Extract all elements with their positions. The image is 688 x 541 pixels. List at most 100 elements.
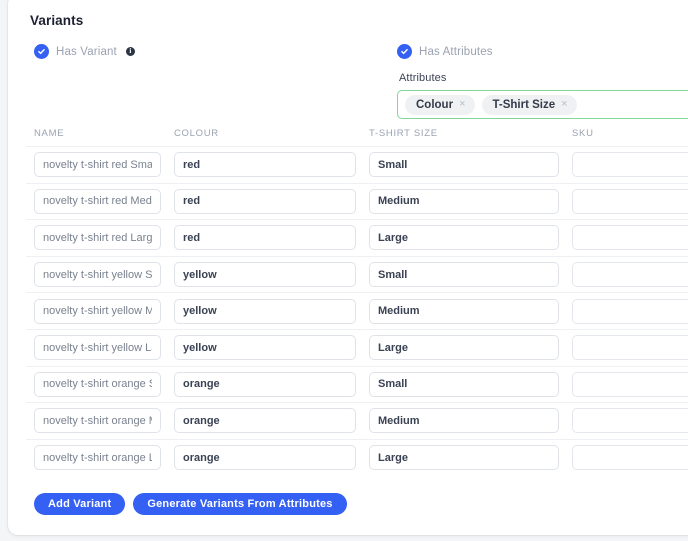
attributes-section: Has Attributes Attributes Colour × T-Shi…: [397, 44, 688, 119]
variant-size-cell: [364, 152, 567, 178]
variant-size-input[interactable]: [369, 188, 559, 214]
variant-name-input[interactable]: [34, 445, 161, 471]
variant-sku-cell: [567, 408, 688, 434]
variant-name-input[interactable]: [34, 408, 161, 434]
variant-sku-input[interactable]: [572, 445, 688, 471]
variant-colour-input[interactable]: [174, 371, 356, 397]
variants-table: NAME COLOUR T-SHIRT SIZE SKU: [26, 128, 688, 475]
variant-name-cell: [26, 445, 169, 471]
checkbox-checked-icon[interactable]: [397, 44, 412, 59]
column-header-sku: SKU: [572, 128, 594, 139]
variant-size-input[interactable]: [369, 371, 559, 397]
has-attributes-label: Has Attributes: [419, 45, 493, 58]
variant-sku-input[interactable]: [572, 298, 688, 324]
variant-name-cell: [26, 408, 169, 434]
remove-chip-icon[interactable]: ×: [561, 99, 567, 110]
variant-name-input[interactable]: [34, 262, 161, 288]
variant-sku-cell: [567, 335, 688, 361]
variant-name-input[interactable]: [34, 335, 161, 361]
variant-colour-input[interactable]: [174, 152, 356, 178]
variant-sku-input[interactable]: [572, 262, 688, 288]
variant-colour-cell: [169, 445, 364, 471]
variant-size-cell: [364, 225, 567, 251]
variant-size-input[interactable]: [369, 152, 559, 178]
table-row: [26, 255, 688, 293]
variant-name-input[interactable]: [34, 188, 161, 214]
attribute-chip-label: Colour: [416, 98, 454, 111]
table-row: [26, 146, 688, 183]
variant-name-input[interactable]: [34, 371, 161, 397]
variant-sku-input[interactable]: [572, 335, 688, 361]
column-header-name: NAME: [34, 128, 65, 139]
variant-colour-input[interactable]: [174, 298, 356, 324]
variant-sku-cell: [567, 188, 688, 214]
generate-variants-button[interactable]: Generate Variants From Attributes: [133, 493, 347, 516]
variant-size-cell: [364, 188, 567, 214]
variant-sku-cell: [567, 225, 688, 251]
variant-sku-input[interactable]: [572, 408, 688, 434]
variant-actions: Add Variant Generate Variants From Attri…: [26, 475, 688, 519]
variant-name-input[interactable]: [34, 225, 161, 251]
toggles-section: Has Variant i Has Attributes Attributes …: [26, 44, 688, 122]
variant-sku-cell: [567, 262, 688, 288]
variant-size-input[interactable]: [369, 408, 559, 434]
has-variant-label: Has Variant: [56, 45, 117, 58]
has-variant-toggle[interactable]: Has Variant i: [34, 44, 135, 59]
variant-size-cell: [364, 371, 567, 397]
variant-size-input[interactable]: [369, 298, 559, 324]
variant-colour-cell: [169, 298, 364, 324]
variant-size-input[interactable]: [369, 225, 559, 251]
table-row: [26, 292, 688, 329]
variant-colour-input[interactable]: [174, 445, 356, 471]
table-row: [26, 219, 688, 256]
variant-colour-cell: [169, 371, 364, 397]
variant-size-input[interactable]: [369, 262, 559, 288]
variant-colour-cell: [169, 152, 364, 178]
table-row: [26, 328, 688, 366]
variant-colour-input[interactable]: [174, 225, 356, 251]
variant-sku-input[interactable]: [572, 188, 688, 214]
variant-size-cell: [364, 335, 567, 361]
variant-name-cell: [26, 152, 169, 178]
variant-sku-input[interactable]: [572, 371, 688, 397]
table-header-row: NAME COLOUR T-SHIRT SIZE SKU: [26, 128, 688, 146]
variant-size-input[interactable]: [369, 335, 559, 361]
page-title: Variants: [30, 13, 84, 28]
variant-size-cell: [364, 408, 567, 434]
variant-colour-cell: [169, 225, 364, 251]
variant-colour-input[interactable]: [174, 262, 356, 288]
add-variant-button[interactable]: Add Variant: [34, 493, 126, 516]
variant-colour-cell: [169, 408, 364, 434]
variant-sku-cell: [567, 371, 688, 397]
remove-chip-icon[interactable]: ×: [459, 99, 465, 110]
variant-name-cell: [26, 262, 169, 288]
variant-sku-cell: [567, 298, 688, 324]
table-row: [26, 365, 688, 403]
has-attributes-toggle[interactable]: Has Attributes: [397, 44, 688, 59]
variant-name-input[interactable]: [34, 152, 161, 178]
variant-sku-cell: [567, 152, 688, 178]
table-row: [26, 182, 688, 220]
variant-name-cell: [26, 371, 169, 397]
checkbox-checked-icon[interactable]: [34, 44, 49, 59]
variant-sku-input[interactable]: [572, 225, 688, 251]
variant-size-input[interactable]: [369, 445, 559, 471]
variant-colour-input[interactable]: [174, 408, 356, 434]
variant-sku-cell: [567, 445, 688, 471]
variant-colour-input[interactable]: [174, 188, 356, 214]
page-root: Variants Has Variant i Has Attributes At…: [0, 0, 688, 541]
variant-sku-input[interactable]: [572, 152, 688, 178]
variant-name-input[interactable]: [34, 298, 161, 324]
attribute-chip-tshirt-size[interactable]: T-Shirt Size ×: [481, 94, 577, 115]
variant-name-cell: [26, 298, 169, 324]
attributes-multiselect[interactable]: Colour × T-Shirt Size ×: [397, 90, 688, 119]
variant-colour-input[interactable]: [174, 335, 356, 361]
variant-size-cell: [364, 445, 567, 471]
table-row: [26, 438, 688, 476]
attribute-chip-colour[interactable]: Colour ×: [405, 94, 475, 115]
info-icon[interactable]: i: [125, 47, 135, 56]
variant-name-cell: [26, 335, 169, 361]
attributes-field-label: Attributes: [399, 72, 447, 84]
variant-name-cell: [26, 225, 169, 251]
column-header-size: T-SHIRT SIZE: [369, 128, 438, 139]
